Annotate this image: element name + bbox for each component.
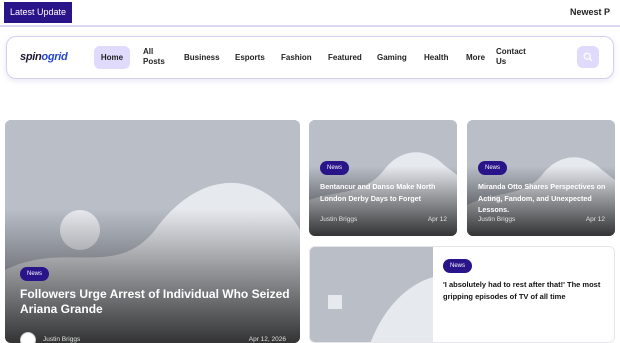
post-author[interactable]: Justin Briggs (478, 216, 515, 223)
nav-gaming[interactable]: Gaming (377, 53, 407, 63)
post-card[interactable]: News 'I absolutely had to rest after tha… (309, 246, 615, 343)
post-title[interactable]: Followers Urge Arrest of Individual Who … (20, 287, 300, 317)
category-badge[interactable]: News (320, 161, 350, 175)
post-card[interactable]: News Bentancur and Danso Make North Lond… (309, 120, 457, 236)
nav-health[interactable]: Health (424, 53, 448, 63)
post-thumbnail[interactable] (310, 247, 433, 342)
nav-home[interactable]: Home (94, 46, 130, 69)
post-title[interactable]: Bentancur and Danso Make North London De… (320, 181, 452, 204)
site-logo[interactable]: spinogrid (20, 51, 68, 63)
nav-esports[interactable]: Esports (235, 53, 265, 63)
image-placeholder-icon (310, 247, 433, 342)
logo-text-right: ogrid (41, 51, 68, 63)
post-card[interactable]: News Miranda Otto Shares Perspectives on… (467, 120, 615, 236)
main-navigation: spinogrid Home All Posts Business Esport… (6, 36, 614, 79)
search-icon (583, 52, 593, 62)
nav-featured[interactable]: Featured (328, 53, 362, 63)
post-author[interactable]: Justin Briggs (320, 216, 357, 223)
nav-more[interactable]: More (466, 53, 485, 63)
post-date: Apr 12 (585, 216, 605, 223)
category-badge[interactable]: News (443, 259, 473, 273)
post-author[interactable]: Justin Briggs (43, 336, 80, 343)
featured-post-card[interactable]: News Followers Urge Arrest of Individual… (5, 120, 300, 343)
logo-text-left: spin (20, 51, 42, 63)
nav-all-posts[interactable]: All Posts (143, 47, 165, 67)
category-badge[interactable]: News (20, 267, 50, 281)
nav-business[interactable]: Business (184, 53, 220, 63)
post-date: Apr 12 (427, 216, 447, 223)
category-badge[interactable]: News (478, 161, 508, 175)
post-title[interactable]: 'I absolutely had to rest after that!' T… (443, 279, 608, 302)
nav-contact-us[interactable]: Contact Us (496, 47, 526, 67)
ticker-headline[interactable]: Newest P (570, 7, 610, 17)
post-date: Apr 12, 2026 (248, 336, 286, 343)
nav-fashion[interactable]: Fashion (281, 53, 312, 63)
author-avatar (20, 332, 36, 343)
latest-update-label: Latest Update (4, 2, 73, 23)
search-button[interactable] (577, 46, 599, 68)
post-title[interactable]: Miranda Otto Shares Perspectives on Acti… (478, 181, 610, 216)
latest-update-bar: Latest Update Newest P (0, 0, 620, 27)
